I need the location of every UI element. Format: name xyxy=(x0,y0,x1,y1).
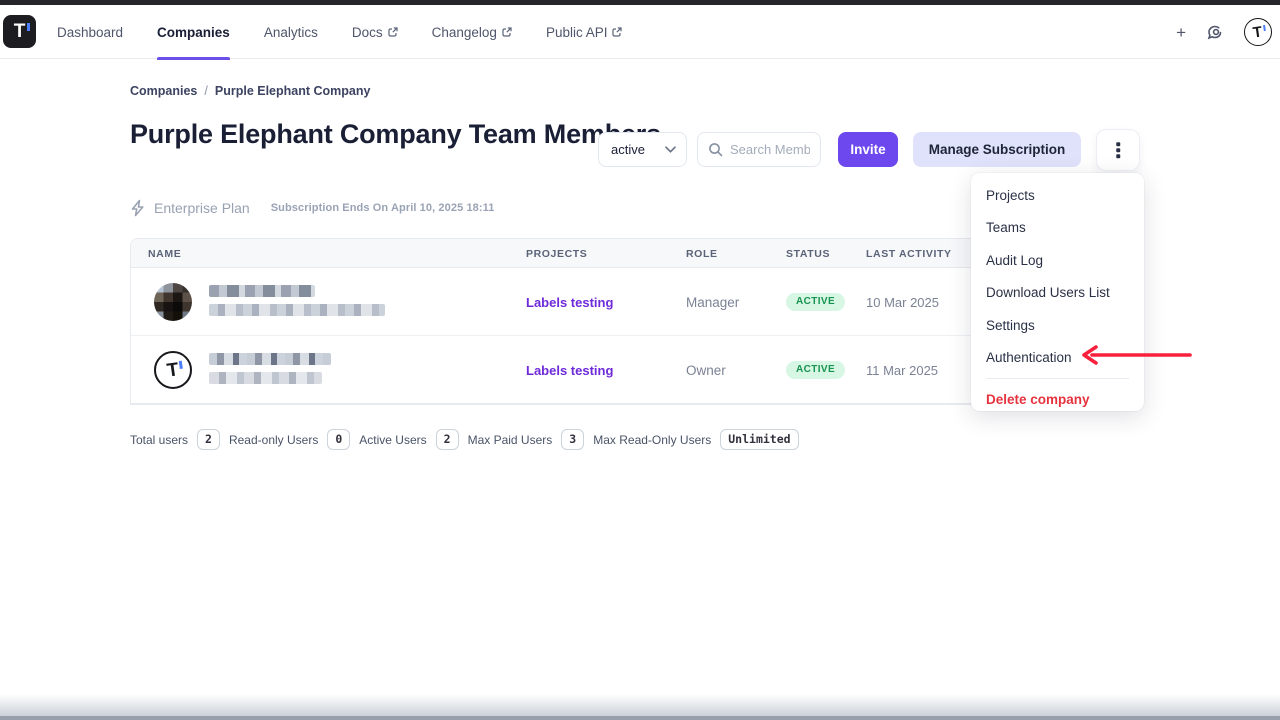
member-role: Owner xyxy=(686,363,726,378)
stat-label-readonly-users: Read-only Users xyxy=(229,433,318,447)
user-stats-row: Total users 2 Read-only Users 0 Active U… xyxy=(130,429,799,450)
menu-item-teams[interactable]: Teams xyxy=(971,212,1144,245)
member-avatar-logo: T xyxy=(154,351,192,389)
stat-label-max-readonly-users: Max Read-Only Users xyxy=(593,433,711,447)
external-link-icon xyxy=(612,27,622,37)
nav-item-docs[interactable]: Docs xyxy=(352,5,398,59)
kebab-menu-icon xyxy=(1116,148,1120,152)
stat-value-total-users: 2 xyxy=(197,429,220,450)
lightning-bolt-icon xyxy=(130,199,146,217)
app-window: T Dashboard Companies Analytics Docs Cha… xyxy=(0,0,1280,720)
stat-value-active-users: 2 xyxy=(436,429,459,450)
navbar-right-actions: + T xyxy=(1176,5,1272,59)
status-filter-select[interactable]: active xyxy=(598,132,687,167)
nav-item-analytics[interactable]: Analytics xyxy=(264,5,318,59)
window-bottom-edge xyxy=(0,716,1280,720)
column-header-role: ROLE xyxy=(686,239,718,268)
stat-value-max-readonly-users: Unlimited xyxy=(720,429,798,450)
column-header-last-activity: LAST ACTIVITY xyxy=(866,239,952,268)
window-bottom-fade xyxy=(0,694,1280,716)
avatar-logo-letter: T xyxy=(1252,24,1263,40)
company-options-menu: Projects Teams Audit Log Download Users … xyxy=(971,173,1144,411)
avatar-logo-letter: T xyxy=(166,360,180,380)
column-header-projects: PROJECTS xyxy=(526,239,587,268)
stat-label-total-users: Total users xyxy=(130,433,188,447)
subscription-note: Subscription Ends On April 10, 2025 18:1… xyxy=(271,202,495,214)
invite-button[interactable]: Invite xyxy=(838,132,898,167)
menu-item-settings[interactable]: Settings xyxy=(971,309,1144,342)
external-link-icon xyxy=(388,27,398,37)
add-icon[interactable]: + xyxy=(1176,24,1186,41)
member-avatar-redacted xyxy=(154,283,192,321)
stat-value-readonly-users: 0 xyxy=(327,429,350,450)
page-title: Purple Elephant Company Team Members xyxy=(130,120,670,148)
redacted-name xyxy=(209,285,385,323)
last-activity-date: 10 Mar 2025 xyxy=(866,295,939,310)
more-options-button[interactable] xyxy=(1096,129,1140,171)
menu-item-projects[interactable]: Projects xyxy=(971,179,1144,212)
menu-item-download-users-list[interactable]: Download Users List xyxy=(971,277,1144,310)
nav-item-companies[interactable]: Companies xyxy=(157,5,230,59)
top-navbar: T Dashboard Companies Analytics Docs Cha… xyxy=(0,5,1280,59)
assistant-icon[interactable] xyxy=(1206,23,1224,41)
stat-label-active-users: Active Users xyxy=(359,433,426,447)
status-badge: ACTIVE xyxy=(786,361,845,379)
chevron-down-icon xyxy=(665,146,676,153)
status-filter-value: active xyxy=(611,142,645,157)
breadcrumb-companies[interactable]: Companies xyxy=(130,84,197,98)
redacted-name xyxy=(209,353,331,391)
plan-label: Enterprise Plan xyxy=(154,200,250,216)
last-activity-date: 11 Mar 2025 xyxy=(866,363,938,378)
nav-item-changelog[interactable]: Changelog xyxy=(432,5,512,59)
plan-row: Enterprise Plan Subscription Ends On Apr… xyxy=(130,199,495,217)
stat-value-max-paid-users: 3 xyxy=(561,429,584,450)
menu-item-audit-log[interactable]: Audit Log xyxy=(971,244,1144,277)
brand-logo-letter: T xyxy=(14,22,26,41)
external-link-icon xyxy=(502,27,512,37)
column-header-name: NAME xyxy=(148,239,181,268)
status-badge: ACTIVE xyxy=(786,293,845,311)
member-role: Manager xyxy=(686,295,739,310)
brand-logo[interactable]: T xyxy=(3,15,36,48)
menu-item-delete-company[interactable]: Delete company xyxy=(971,383,1144,416)
search-box xyxy=(697,132,821,167)
project-link[interactable]: Labels testing xyxy=(526,295,613,310)
menu-divider xyxy=(986,378,1129,379)
manage-subscription-button[interactable]: Manage Subscription xyxy=(913,132,1081,167)
project-link[interactable]: Labels testing xyxy=(526,363,613,378)
breadcrumb-separator: / xyxy=(204,84,207,98)
primary-nav: Dashboard Companies Analytics Docs Chang… xyxy=(57,5,622,59)
breadcrumb: Companies / Purple Elephant Company xyxy=(130,84,370,98)
stat-label-max-paid-users: Max Paid Users xyxy=(468,433,553,447)
menu-item-authentication[interactable]: Authentication xyxy=(971,342,1144,375)
search-input[interactable] xyxy=(730,142,810,157)
breadcrumb-current[interactable]: Purple Elephant Company xyxy=(215,84,371,98)
search-icon xyxy=(708,142,723,157)
nav-item-public-api[interactable]: Public API xyxy=(546,5,623,59)
column-header-status: STATUS xyxy=(786,239,830,268)
nav-item-dashboard[interactable]: Dashboard xyxy=(57,5,123,59)
user-avatar[interactable]: T xyxy=(1244,18,1272,46)
